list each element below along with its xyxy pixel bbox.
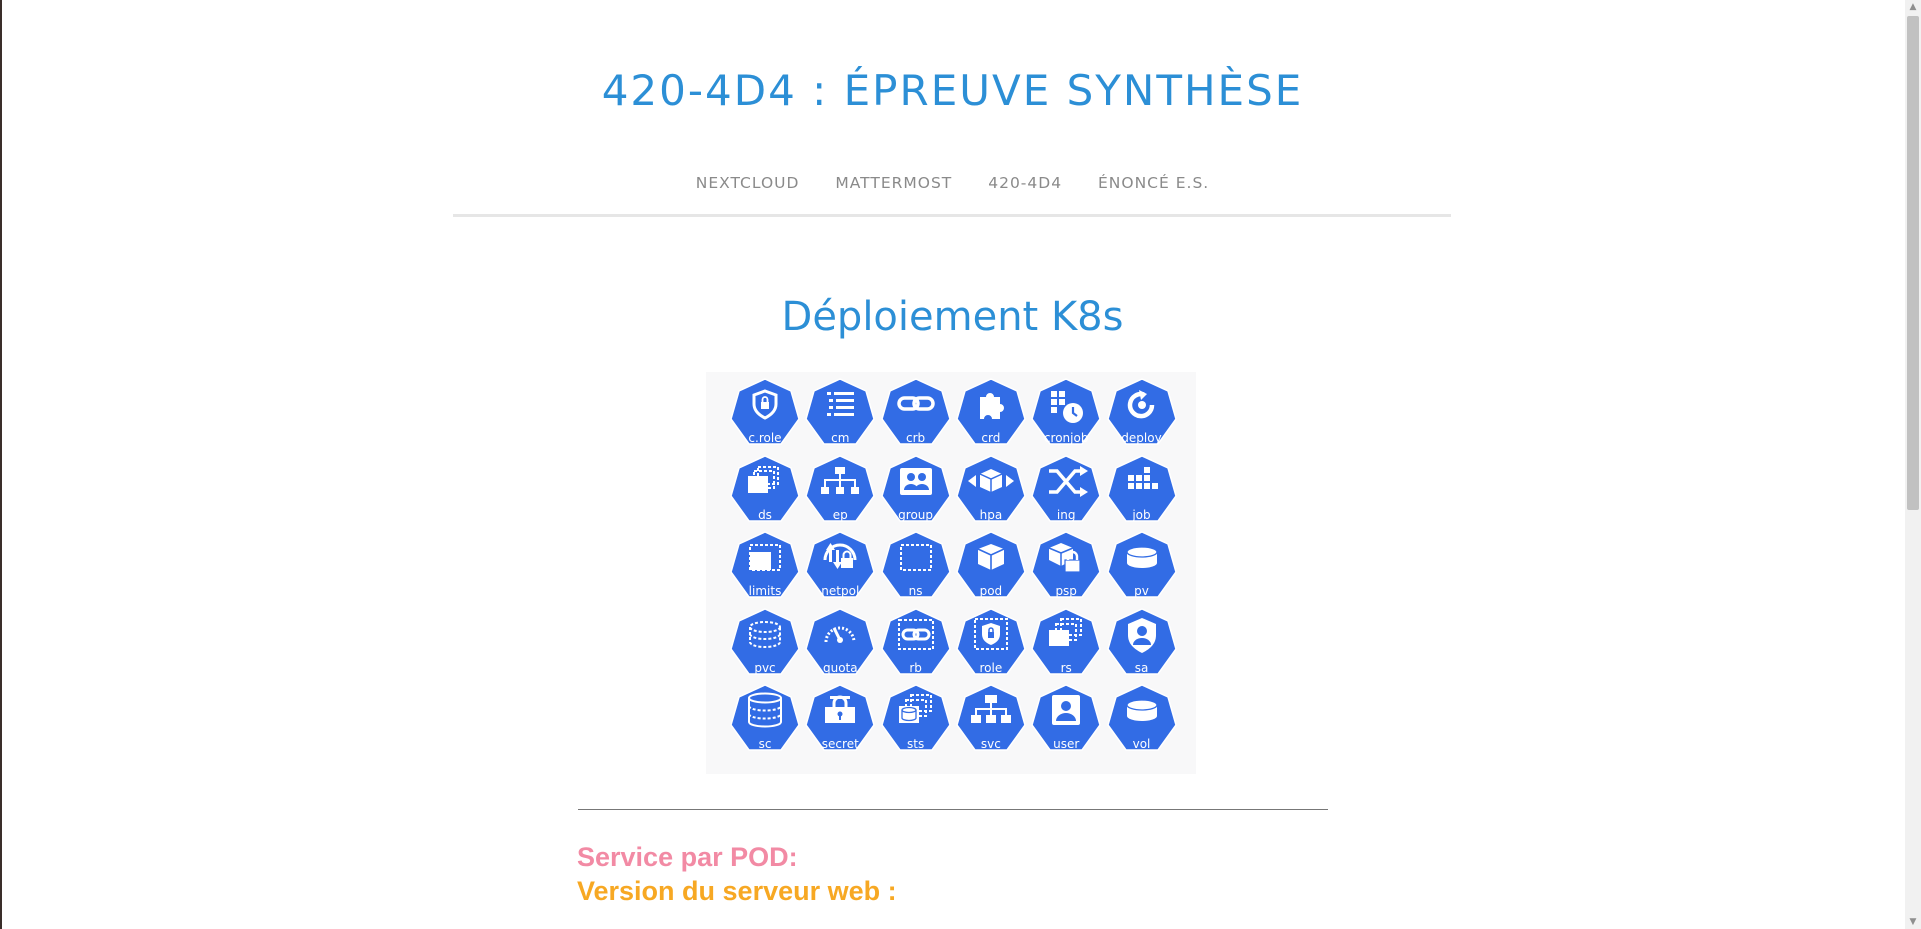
k8s-icon-label: pod: [979, 584, 1003, 598]
job-icon: job: [1105, 454, 1179, 528]
nav-divider: [453, 214, 1451, 217]
cluster-role-icon: c.role: [728, 377, 802, 451]
page-heading: Déploiement K8s: [781, 294, 1124, 340]
k8s-icon-label: vol: [1132, 737, 1151, 751]
k8s-icon-label: role: [979, 660, 1003, 675]
pod-security-policy-icon: psp: [1029, 530, 1103, 604]
endpoints-icon: ep: [803, 454, 877, 528]
replica-set-icon: rs: [1029, 607, 1103, 681]
k8s-icon-label: crd: [981, 431, 1001, 445]
nav-item-nextcloud[interactable]: NEXTCLOUD: [696, 174, 800, 192]
secret-icon: secret: [803, 683, 877, 757]
deployment-icon: deploy: [1105, 377, 1179, 451]
scroll-down-arrow-icon[interactable]: ▼: [1905, 915, 1921, 929]
k8s-icon-label: pv: [1134, 584, 1149, 598]
k8s-icon-label: svc: [980, 737, 1001, 751]
storage-class-icon: sc: [728, 683, 802, 757]
content-divider: [578, 809, 1328, 810]
k8s-icon-label: secret: [821, 737, 859, 751]
k8s-icon-label: psp: [1055, 584, 1077, 598]
k8s-icon-label: limits: [748, 584, 782, 598]
window-edge: [0, 0, 2, 929]
pod-icon: pod: [954, 530, 1028, 604]
resource-quota-icon: quota: [803, 607, 877, 681]
main-nav: NEXTCLOUD MATTERMOST 420-4D4 ÉNONCÉ E.S.: [0, 174, 1905, 192]
service-icon: svc: [954, 683, 1028, 757]
k8s-icon-label: pvc: [754, 660, 776, 675]
nav-item-420-4d4[interactable]: 420-4D4: [988, 174, 1062, 192]
ingress-icon: ing: [1029, 454, 1103, 528]
k8s-icon-label: cm: [831, 431, 850, 445]
page: 420-4D4 : ÉPREUVE SYNTHÈSE NEXTCLOUD MAT…: [0, 0, 1905, 929]
k8s-icon-label: job: [1132, 507, 1151, 522]
role-binding-icon: rb: [879, 607, 953, 681]
k8s-icon-label: sc: [758, 737, 772, 751]
k8s-icon-label: user: [1053, 737, 1080, 751]
k8s-icon-label: ds: [758, 507, 772, 522]
k8s-icon-label: quota: [822, 660, 858, 675]
k8s-icon-label: cronjob: [1043, 431, 1089, 445]
k8s-icon-grid: c.role cm crb crd cronjob deploy ds ep group hpa i…: [706, 372, 1196, 774]
user-icon: user: [1029, 683, 1103, 757]
service-account-icon: sa: [1105, 607, 1179, 681]
k8s-icon-label: rs: [1060, 660, 1072, 675]
nav-item-mattermost[interactable]: MATTERMOST: [835, 174, 952, 192]
k8s-icon-label: ns: [908, 584, 923, 598]
k8s-icon-label: c.role: [748, 431, 782, 445]
config-map-icon: cm: [803, 377, 877, 451]
group-icon: group: [879, 454, 953, 528]
cronjob-icon: cronjob: [1029, 377, 1103, 451]
k8s-icon-label: sts: [906, 737, 925, 751]
horizontal-pod-autoscaler-icon: hpa: [954, 454, 1028, 528]
k8s-icon-label: ing: [1056, 507, 1076, 522]
stateful-set-icon: sts: [879, 683, 953, 757]
namespace-icon: ns: [879, 530, 953, 604]
k8s-icon-label: crb: [906, 431, 926, 445]
k8s-icon-label: rb: [909, 660, 922, 675]
k8s-icon-label: group: [898, 507, 934, 522]
scroll-thumb[interactable]: [1907, 16, 1919, 510]
role-icon: role: [954, 607, 1028, 681]
k8s-icon-label: sa: [1134, 660, 1149, 675]
web-server-version-label: Version du serveur web :: [577, 876, 897, 906]
k8s-icons-image: c.role cm crb crd cronjob deploy ds ep group hpa i…: [706, 372, 1196, 774]
k8s-icon-label: deploy: [1121, 431, 1162, 445]
network-policy-icon: netpol: [803, 530, 877, 604]
nav-item-enonce[interactable]: ÉNONCÉ E.S.: [1098, 174, 1209, 192]
persistent-volume-claim-icon: pvc: [728, 607, 802, 681]
k8s-icon-label: netpol: [821, 584, 860, 598]
k8s-icon-label: ep: [832, 507, 848, 522]
limit-range-icon: limits: [728, 530, 802, 604]
service-per-pod-label: Service par POD:: [577, 842, 798, 872]
volume-icon: vol: [1105, 683, 1179, 757]
daemon-set-icon: ds: [728, 454, 802, 528]
site-title[interactable]: 420-4D4 : ÉPREUVE SYNTHÈSE: [0, 66, 1905, 115]
vertical-scrollbar[interactable]: ▲ ▼: [1905, 0, 1921, 929]
scroll-up-arrow-icon[interactable]: ▲: [1905, 0, 1921, 14]
cluster-role-binding-icon: crb: [879, 377, 953, 451]
persistent-volume-icon: pv: [1105, 530, 1179, 604]
k8s-icon-label: hpa: [979, 507, 1003, 522]
custom-resource-definition-icon: crd: [954, 377, 1028, 451]
